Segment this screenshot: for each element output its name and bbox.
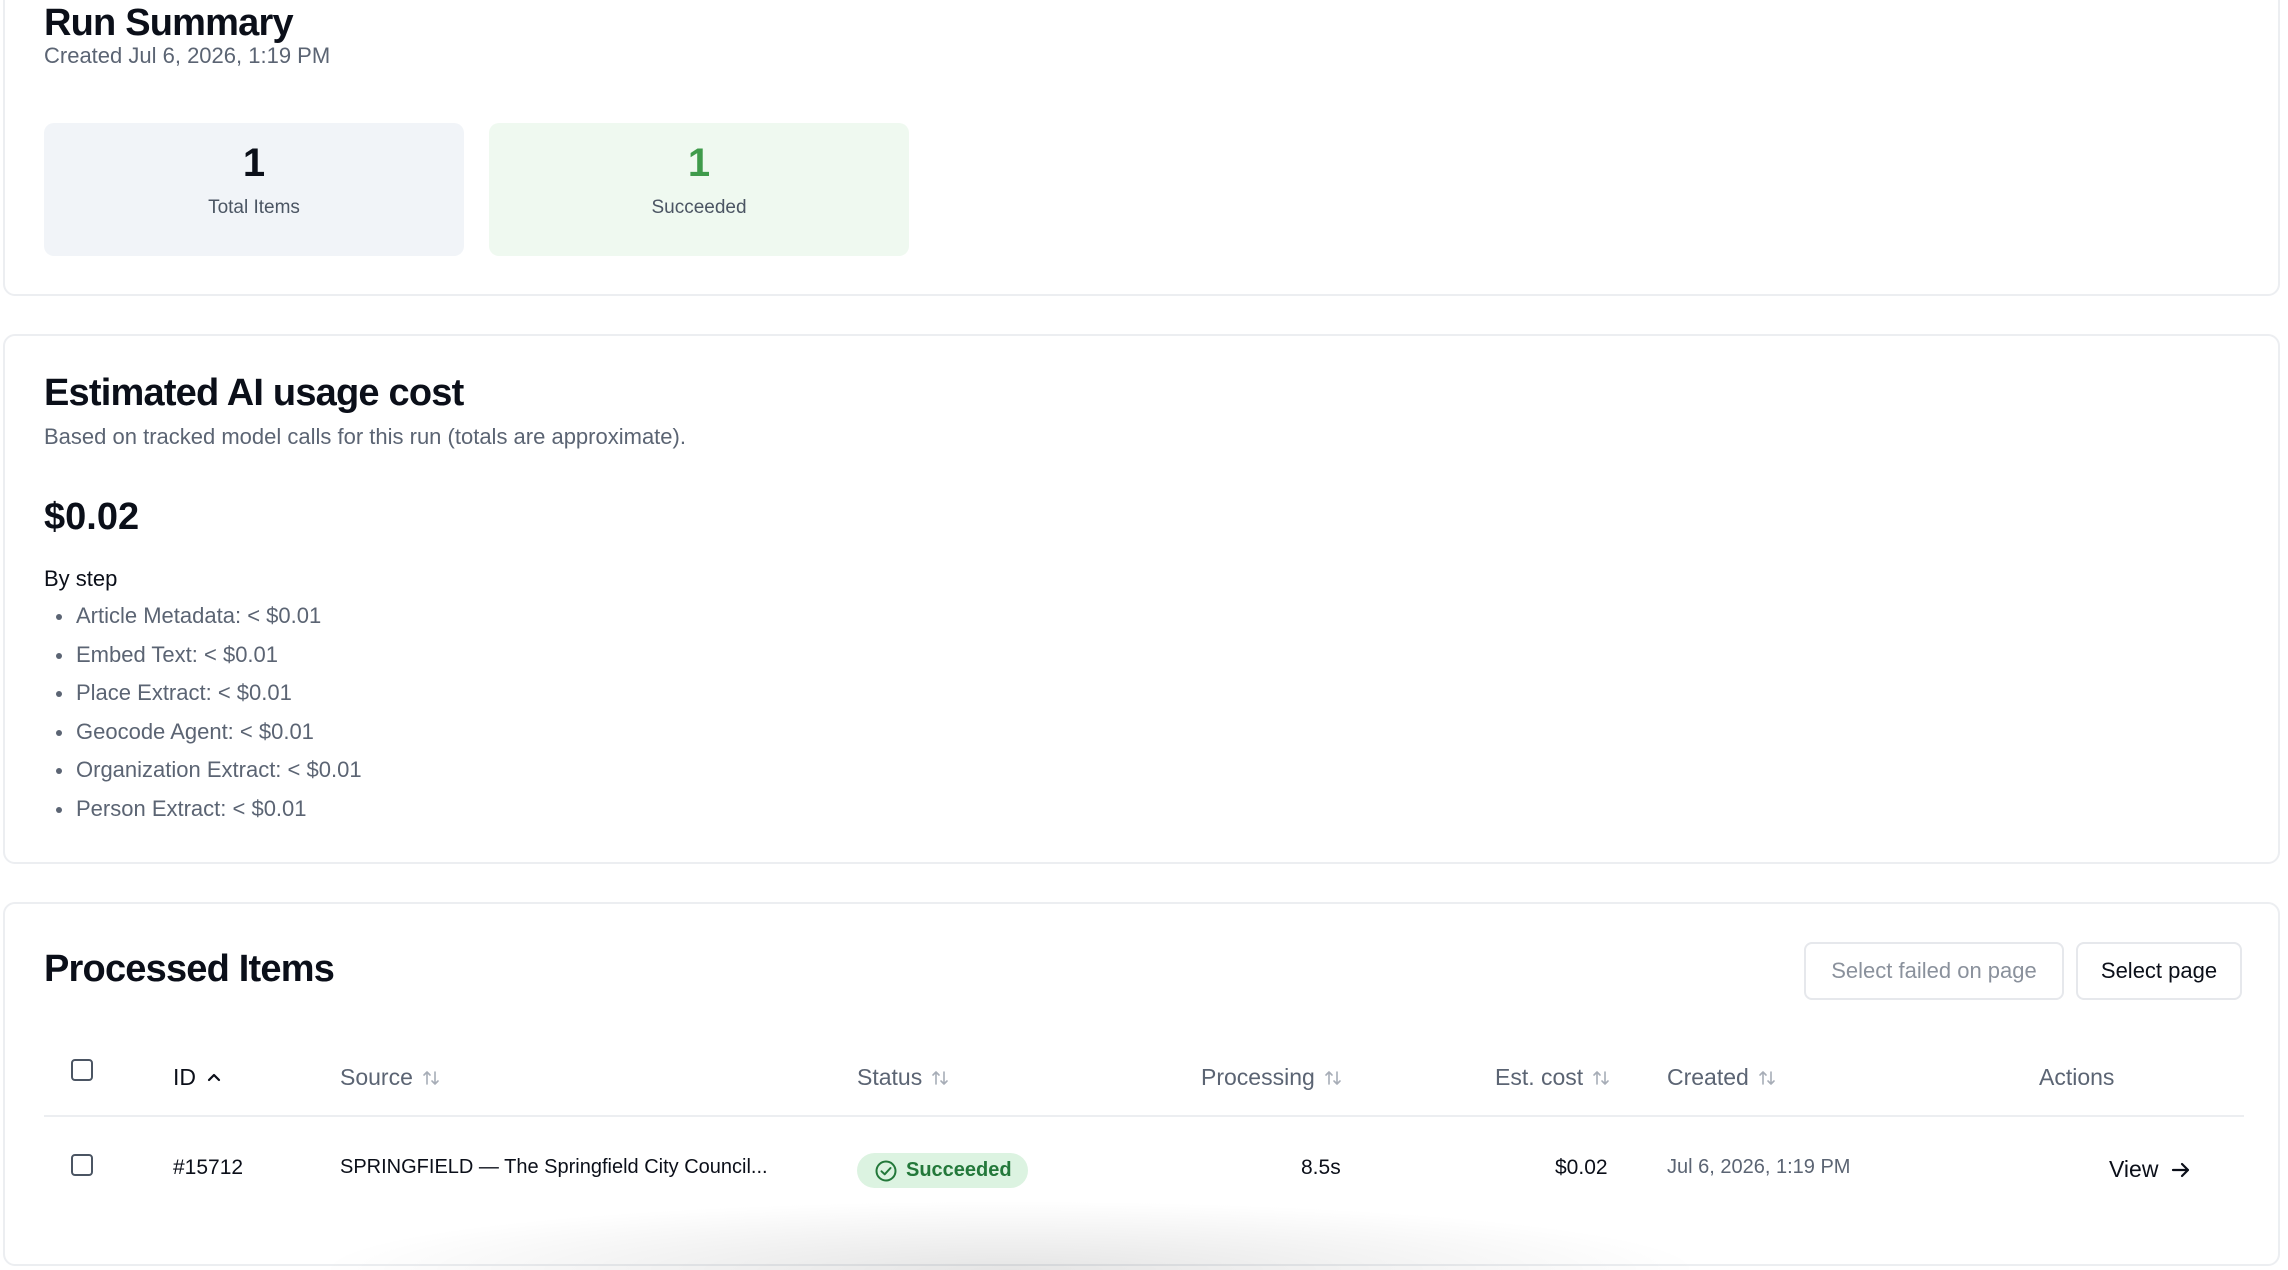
sort-toggle-icon xyxy=(932,1070,949,1085)
column-processing-label: Processing xyxy=(1201,1064,1315,1090)
column-actions-label: Actions xyxy=(2039,1064,2115,1090)
run-summary-title: Run Summary xyxy=(44,2,294,44)
view-link-label: View xyxy=(2109,1156,2159,1182)
ai-cost-card: Estimated AI usage cost Based on tracked… xyxy=(3,334,2280,864)
succeeded-value: 1 xyxy=(687,141,711,185)
cost-step-item: Geocode Agent: < $0.01 xyxy=(44,718,362,757)
cost-step-item: Article Metadata: < $0.01 xyxy=(44,602,362,641)
select-page-button[interactable]: Select page xyxy=(2076,942,2242,1000)
run-summary-card: Run Summary Created Jul 6, 2026, 1:19 PM… xyxy=(3,0,2280,296)
column-source-label: Source xyxy=(340,1064,413,1090)
run-created-timestamp: Created Jul 6, 2026, 1:19 PM xyxy=(44,43,331,68)
column-header-est-cost[interactable]: Est. cost xyxy=(1495,1064,1611,1091)
status-badge-label: Succeeded xyxy=(906,1159,1012,1181)
column-header-actions: Actions xyxy=(2039,1064,2114,1091)
processed-items-card: Processed Items Select failed on page Se… xyxy=(3,902,2280,1266)
succeeded-stat: 1 Succeeded xyxy=(489,123,909,256)
column-created-label: Created xyxy=(1667,1064,1749,1090)
row-id: #15712 xyxy=(173,1156,244,1179)
column-header-processing[interactable]: Processing xyxy=(1201,1064,1343,1091)
total-items-label: Total Items xyxy=(208,197,300,218)
cost-step-item: Organization Extract: < $0.01 xyxy=(44,756,362,795)
row-source: SPRINGFIELD — The Springfield City Counc… xyxy=(340,1156,768,1178)
total-items-stat: 1 Total Items xyxy=(44,123,464,256)
select-all-checkbox[interactable] xyxy=(71,1059,93,1081)
sort-toggle-icon xyxy=(1759,1070,1775,1085)
cost-step-item: Embed Text: < $0.01 xyxy=(44,641,362,680)
column-status-label: Status xyxy=(857,1064,923,1090)
processed-items-title: Processed Items xyxy=(44,948,335,990)
by-step-heading: By step xyxy=(44,566,118,591)
column-id-label: ID xyxy=(173,1064,196,1090)
sort-ascending-icon xyxy=(207,1073,221,1081)
arrow-right-icon xyxy=(2172,1162,2190,1177)
ai-cost-total: $0.02 xyxy=(44,496,140,538)
column-header-created[interactable]: Created xyxy=(1667,1064,1777,1091)
ai-cost-title: Estimated AI usage cost xyxy=(44,372,464,414)
row-processing-time: 8.5s xyxy=(1301,1156,1341,1179)
row-created: Jul 6, 2026, 1:19 PM xyxy=(1667,1156,1851,1178)
column-cost-label: Est. cost xyxy=(1495,1064,1584,1090)
sort-toggle-icon xyxy=(1593,1070,1610,1085)
row-checkbox[interactable] xyxy=(71,1154,93,1176)
column-header-id[interactable]: ID xyxy=(173,1064,224,1091)
total-items-value: 1 xyxy=(242,141,266,185)
ai-cost-subtitle: Based on tracked model calls for this ru… xyxy=(44,424,686,449)
sort-toggle-icon xyxy=(1324,1070,1341,1085)
row-est-cost: $0.02 xyxy=(1555,1156,1608,1179)
status-badge: Succeeded xyxy=(857,1153,1028,1188)
table-header-divider xyxy=(44,1115,2244,1117)
cost-step-item: Place Extract: < $0.01 xyxy=(44,679,362,718)
select-failed-button[interactable]: Select failed on page xyxy=(1804,942,2064,1000)
sort-toggle-icon xyxy=(423,1070,439,1085)
column-header-status[interactable]: Status xyxy=(857,1064,950,1091)
column-header-source[interactable]: Source xyxy=(340,1064,441,1091)
check-circle-icon xyxy=(875,1160,897,1181)
cost-step-item: Person Extract: < $0.01 xyxy=(44,795,362,834)
view-link[interactable]: View xyxy=(2109,1156,2192,1183)
succeeded-label: Succeeded xyxy=(651,197,747,218)
cost-step-list: Article Metadata: < $0.01 Embed Text: < … xyxy=(44,602,362,833)
